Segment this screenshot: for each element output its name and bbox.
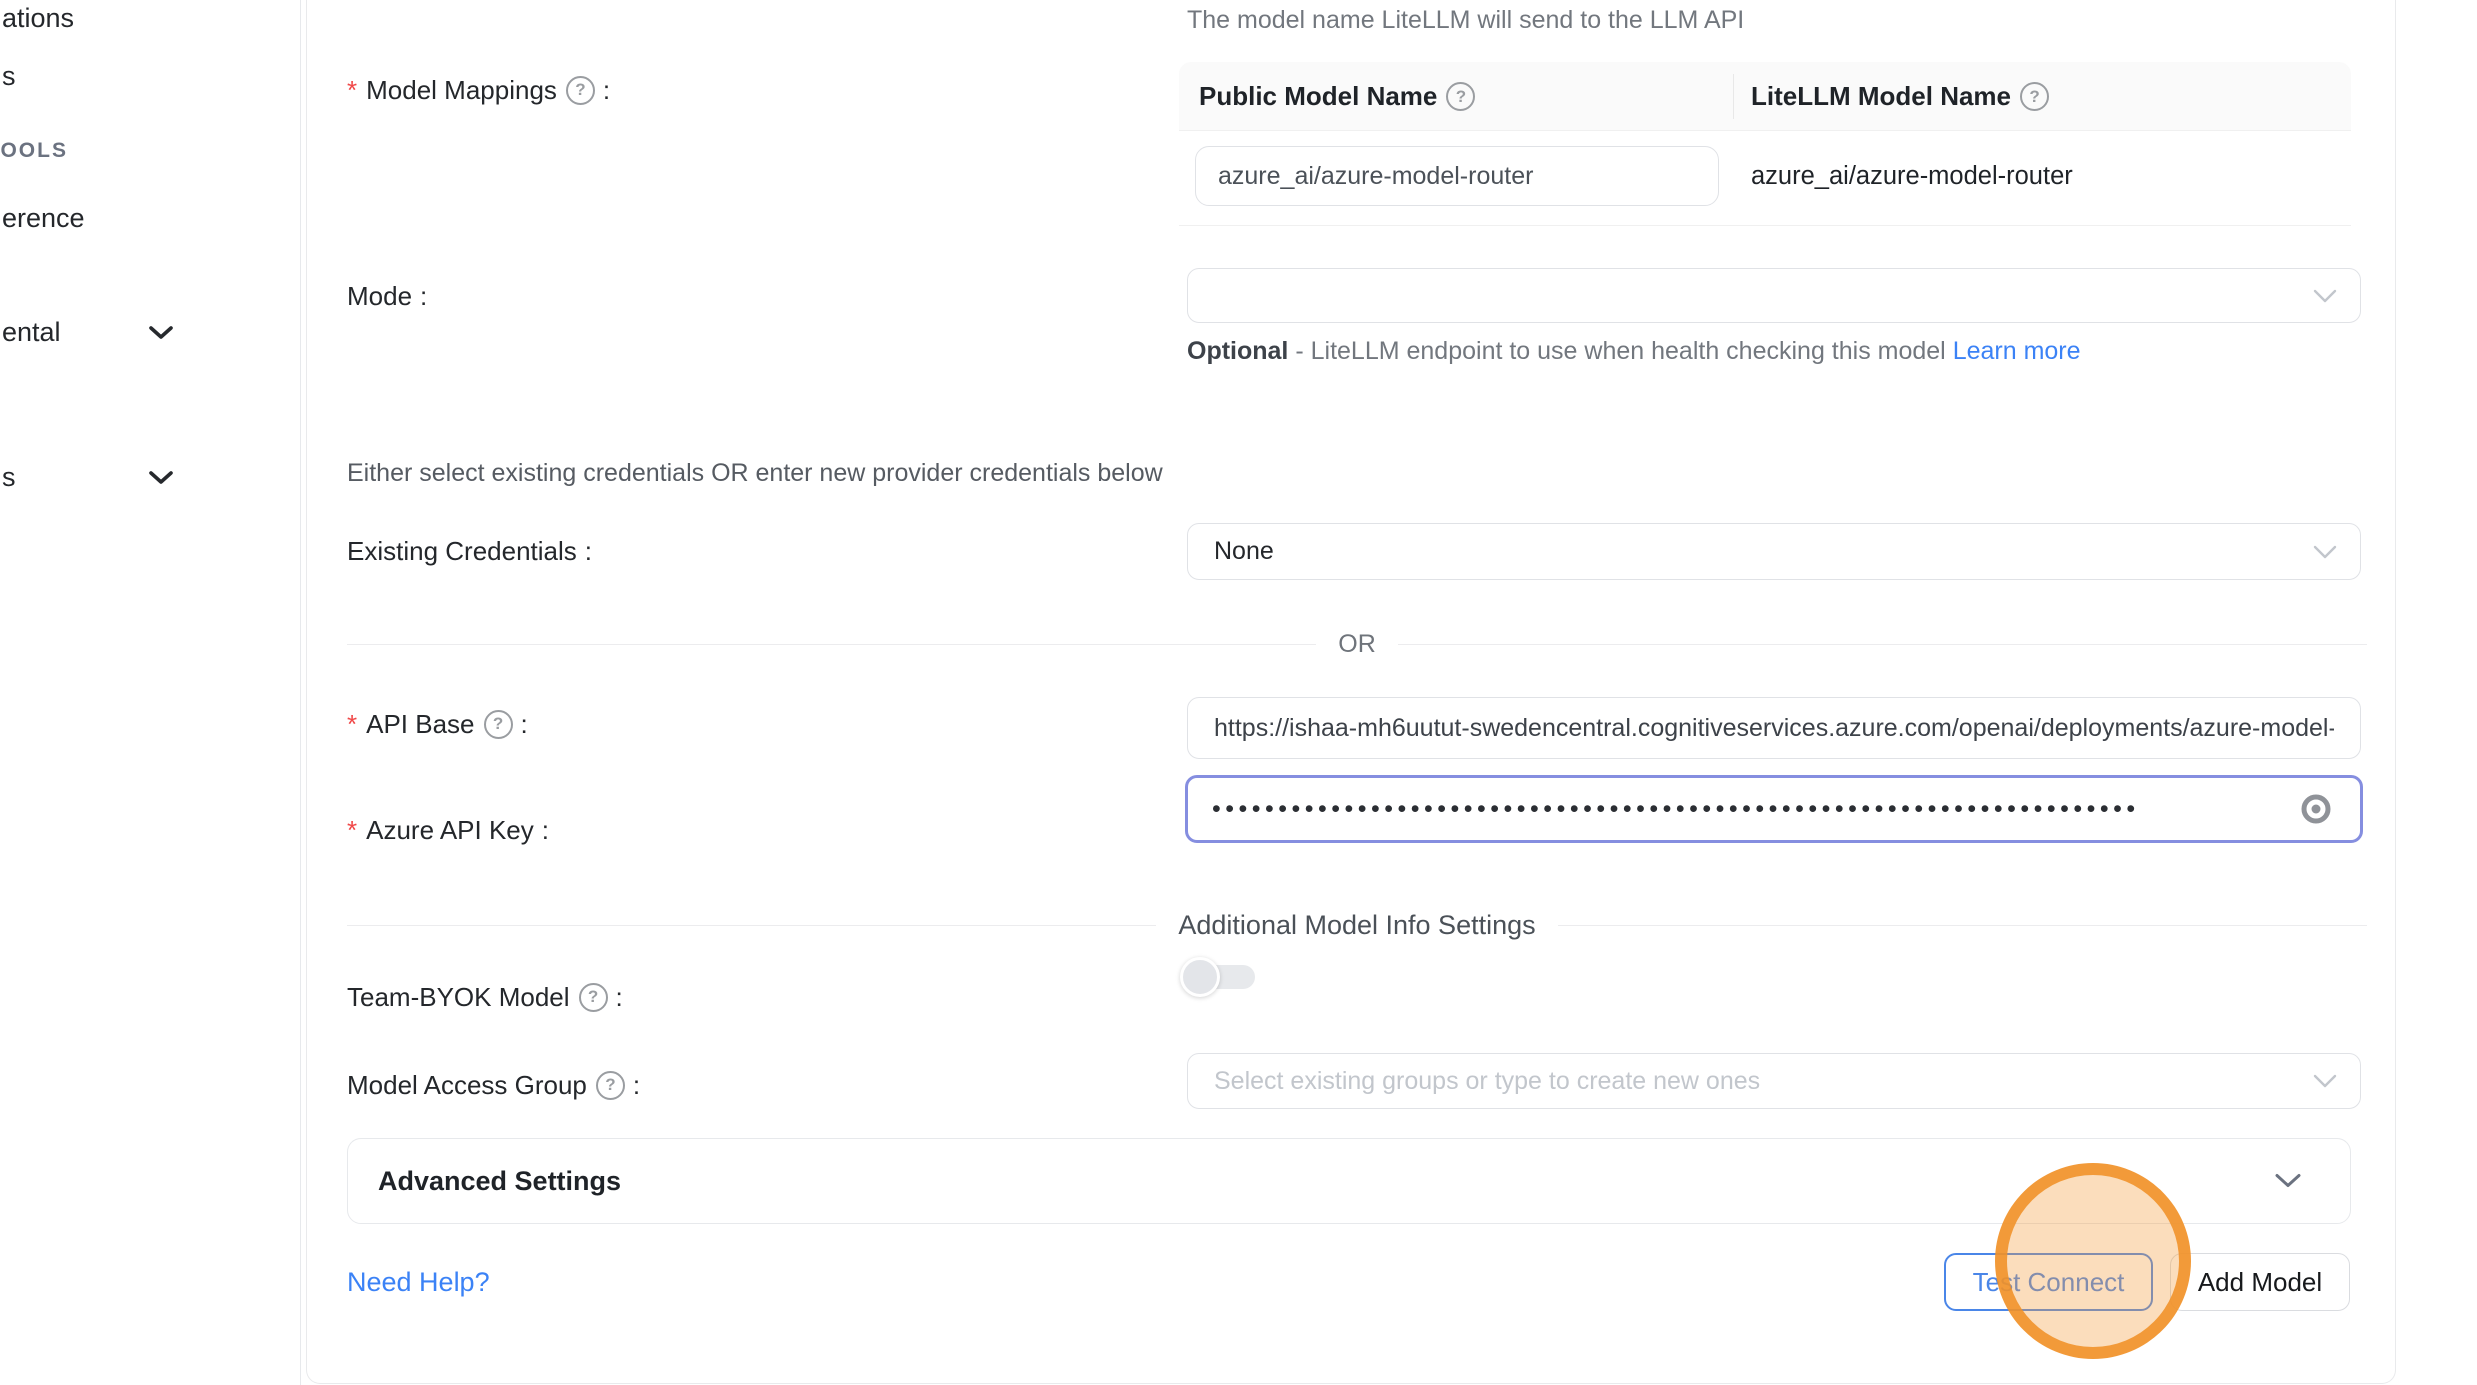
team-byok-toggle[interactable] [1183, 965, 1255, 989]
azure-api-key-input[interactable]: ••••••••••••••••••••••••••••••••••••••••… [1185, 775, 2363, 843]
column-header-public-model-name: Public Model Name ? [1199, 62, 1475, 131]
toggle-knob [1180, 957, 1220, 997]
click-highlight-circle [1995, 1163, 2191, 1359]
chevron-down-icon[interactable] [148, 470, 174, 485]
litellm-add-model-page: { "sidebar": { "section_label": "TOOLS",… [0, 0, 2477, 1385]
additional-settings-divider: Additional Model Info Settings [347, 910, 2367, 941]
sidebar-item-organizations[interactable]: ations [2, 0, 74, 36]
help-circle-icon[interactable]: ? [596, 1071, 625, 1100]
model-access-group-select[interactable]: Select existing groups or type to create… [1187, 1053, 2361, 1109]
litellm-model-name-value: azure_ai/azure-model-router [1751, 146, 2073, 206]
public-model-name-input[interactable]: azure_ai/azure-model-router [1195, 146, 1719, 206]
mode-helper-text: Optional - LiteLLM endpoint to use when … [1187, 330, 2087, 372]
sidebar-item-label: s [2, 58, 16, 94]
team-byok-label: Team-BYOK Model ? : [347, 980, 623, 1014]
api-base-input[interactable]: https://ishaa-mh6uutut-swedencentral.cog… [1187, 697, 2361, 759]
masked-password-value: ••••••••••••••••••••••••••••••••••••••••… [1212, 799, 2252, 819]
existing-credentials-label: Existing Credentials: [347, 534, 592, 568]
model-name-helper-text: The model name LiteLLM will send to the … [1187, 3, 1744, 37]
existing-credentials-select[interactable]: None [1187, 523, 2361, 580]
chevron-down-icon[interactable] [148, 325, 174, 340]
required-asterisk: * [347, 73, 357, 107]
help-circle-icon[interactable]: ? [2020, 82, 2049, 111]
need-help-link[interactable]: Need Help? [347, 1264, 490, 1300]
chevron-down-icon [2312, 288, 2338, 304]
api-base-label: * API Base ? : [347, 707, 528, 741]
chevron-down-icon[interactable] [2274, 1173, 2302, 1190]
azure-api-key-label: * Azure API Key : [347, 813, 549, 847]
add-model-button[interactable]: Add Model [2170, 1253, 2350, 1311]
help-circle-icon[interactable]: ? [579, 983, 608, 1012]
sidebar-item-reference[interactable]: erence [2, 200, 85, 236]
sidebar-item-label: ental [2, 314, 61, 350]
help-circle-icon[interactable]: ? [566, 76, 595, 105]
model-mappings-label: * Model Mappings ? : [347, 73, 610, 107]
chevron-down-icon [2312, 544, 2338, 560]
mode-label: Mode: [347, 279, 427, 313]
required-asterisk: * [347, 813, 357, 847]
eye-toggle-icon[interactable] [2298, 791, 2334, 827]
help-circle-icon[interactable]: ? [1446, 82, 1475, 111]
chevron-down-icon [2312, 1073, 2338, 1089]
or-divider: OR [347, 630, 2367, 659]
sidebar-item-label: ations [2, 0, 74, 36]
sidebar-item-1[interactable]: s [2, 58, 16, 94]
model-access-group-label: Model Access Group ? : [347, 1068, 640, 1102]
required-asterisk: * [347, 707, 357, 741]
learn-more-link[interactable]: Learn more [1953, 337, 2081, 365]
credentials-note: Either select existing credentials OR en… [347, 456, 1163, 490]
sidebar-item-experimental[interactable]: ental [2, 314, 61, 350]
sidebar-section-tools: TOOLS [0, 136, 68, 166]
sidebar-item-settings[interactable]: s [2, 459, 16, 495]
sidebar-item-label: erence [2, 200, 85, 236]
add-model-form-card: The model name LiteLLM will send to the … [306, 0, 2396, 1384]
column-header-litellm-model-name: LiteLLM Model Name ? [1751, 62, 2049, 131]
sidebar-item-label: s [2, 459, 16, 495]
sidebar: ations s TOOLS erence ental s [0, 0, 301, 1385]
help-circle-icon[interactable]: ? [484, 710, 513, 739]
column-separator [1733, 74, 1734, 119]
advanced-settings-title: Advanced Settings [378, 1139, 621, 1223]
model-mappings-table: Public Model Name ? LiteLLM Model Name ?… [1179, 62, 2351, 226]
mode-select[interactable] [1187, 268, 2361, 323]
